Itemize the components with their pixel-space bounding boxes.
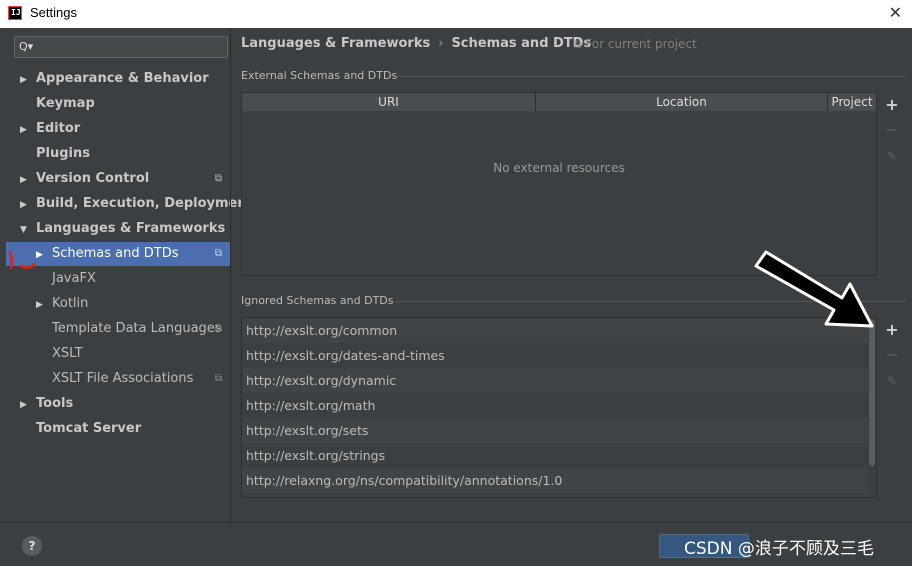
window-title: Settings — [30, 5, 77, 20]
sidebar-item-version-control[interactable]: ▶ Version Control ⧉ — [6, 167, 230, 191]
table-header: URI Location Project — [242, 93, 876, 111]
edit-ignored-button[interactable]: ✎ — [884, 373, 900, 389]
sidebar-item-appearance-behavior[interactable]: ▶ Appearance & Behavior — [6, 67, 230, 91]
add-external-button[interactable]: + — [884, 97, 900, 113]
sidebar-item-build-execution-deployment[interactable]: ▶ Build, Execution, Deployment — [6, 192, 253, 216]
breadcrumb-separator: › — [438, 36, 444, 51]
add-ignored-button[interactable]: + — [884, 322, 900, 338]
project-scope-icon: ⧉ — [214, 323, 222, 334]
list-item[interactable]: http://exslt.org/math — [242, 393, 868, 418]
expand-arrow-icon: ▶ — [36, 300, 43, 310]
sidebar-item-schemas-dtds[interactable]: ▶ Schemas and DTDs ⧉ — [6, 242, 230, 266]
list-item[interactable]: http://exslt.org/sets — [242, 418, 868, 443]
sidebar-item-javafx[interactable]: JavaFX — [6, 267, 230, 291]
column-header-uri[interactable]: URI — [242, 93, 536, 111]
red-annotation-mark — [8, 250, 37, 270]
sidebar-item-kotlin[interactable]: ▶ Kotlin — [6, 292, 230, 316]
search-icon: Q▾ — [19, 40, 34, 53]
column-header-location[interactable]: Location — [536, 93, 828, 111]
ignored-schemas-list: http://exslt.org/common http://exslt.org… — [241, 317, 877, 498]
breadcrumb: Languages & Frameworks › Schemas and DTDs — [241, 36, 591, 51]
remove-external-button[interactable]: − — [884, 122, 900, 138]
window-titlebar: IJ Settings ✕ — [0, 0, 912, 28]
section-divider — [396, 76, 906, 77]
dialog-footer: ? CSDN @浪子不顾及三毛 — [0, 522, 912, 566]
breadcrumb-parent[interactable]: Languages & Frameworks — [241, 36, 430, 51]
csdn-watermark: CSDN @浪子不顾及三毛 — [684, 539, 874, 559]
external-section-title: External Schemas and DTDs — [241, 69, 398, 82]
sidebar-item-xslt[interactable]: XSLT — [6, 342, 230, 366]
column-header-project[interactable]: Project — [828, 93, 876, 111]
expand-arrow-icon: ▶ — [20, 200, 27, 210]
breadcrumb-current: Schemas and DTDs — [451, 36, 592, 51]
sidebar-item-keymap[interactable]: Keymap — [6, 92, 230, 116]
remove-ignored-button[interactable]: − — [884, 347, 900, 363]
collapse-arrow-icon: ▼ — [20, 225, 27, 235]
intellij-logo-icon: IJ — [8, 6, 22, 20]
project-scope-icon: ⧉ — [214, 248, 222, 259]
expand-arrow-icon: ▶ — [20, 75, 27, 85]
ignored-section-title: Ignored Schemas and DTDs — [241, 294, 394, 307]
expand-arrow-icon: ▶ — [20, 125, 27, 135]
empty-state-text: No external resources — [493, 161, 625, 175]
sidebar-item-template-data-languages[interactable]: Template Data Languages ⧉ — [6, 317, 230, 341]
sidebar-item-tomcat-server[interactable]: Tomcat Server — [6, 417, 230, 441]
expand-arrow-icon: ▶ — [20, 175, 27, 185]
edit-external-button[interactable]: ✎ — [884, 148, 900, 164]
project-scope-icon: ⧉ — [573, 37, 586, 51]
scope-label: ⧉ For current project — [573, 37, 697, 51]
list-item[interactable]: http://relaxng.org/ns/compatibility/anno… — [242, 468, 868, 493]
sidebar-item-tools[interactable]: ▶ Tools — [6, 392, 230, 416]
help-button[interactable]: ? — [22, 536, 42, 556]
project-scope-icon: ⧉ — [214, 373, 222, 384]
sidebar-item-plugins[interactable]: Plugins — [6, 142, 230, 166]
list-item[interactable]: http://exslt.org/dynamic — [242, 368, 868, 393]
sidebar-divider — [230, 28, 231, 522]
search-input[interactable]: Q▾ — [14, 36, 228, 58]
list-item[interactable]: http://exslt.org/dates-and-times — [242, 343, 868, 368]
expand-arrow-icon: ▶ — [20, 400, 27, 410]
sidebar-item-languages-frameworks[interactable]: ▼ Languages & Frameworks — [6, 217, 230, 241]
settings-sidebar: Q▾ ▶ Appearance & Behavior Keymap ▶ Editor… — [6, 28, 253, 522]
annotation-arrow-icon — [754, 250, 874, 328]
sidebar-item-xslt-file-associations[interactable]: XSLT File Associations ⧉ — [6, 367, 230, 391]
project-scope-icon: ⧉ — [214, 173, 222, 184]
list-item[interactable]: http://exslt.org/strings — [242, 443, 868, 468]
sidebar-item-editor[interactable]: ▶ Editor — [6, 117, 230, 141]
vertical-scrollbar[interactable] — [869, 320, 875, 466]
close-icon[interactable]: ✕ — [889, 3, 902, 22]
